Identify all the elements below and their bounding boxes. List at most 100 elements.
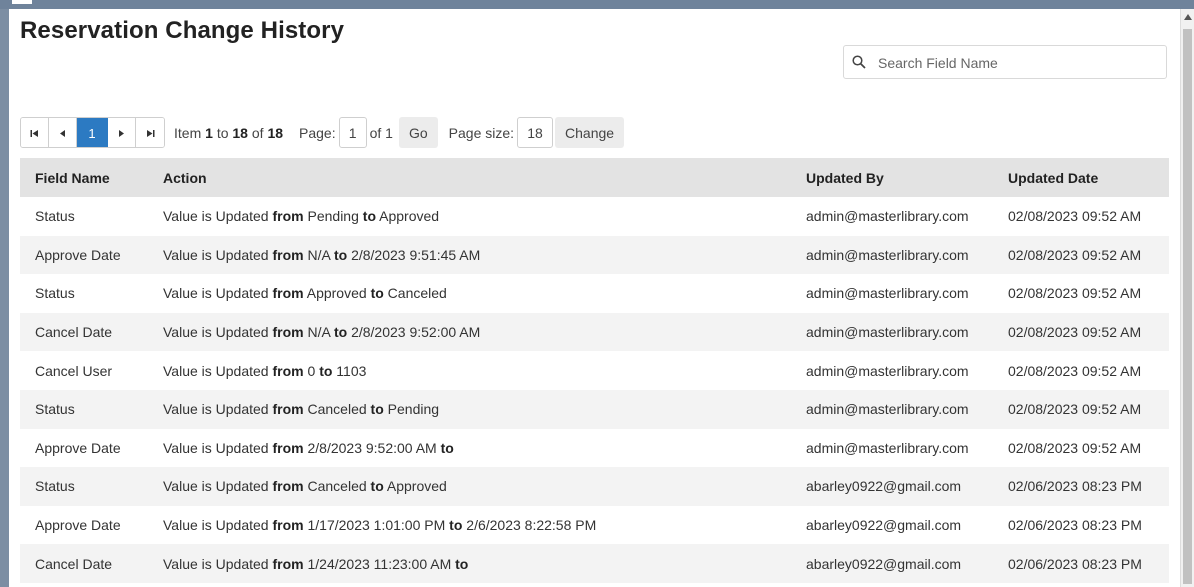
cell-updated-by: admin@masterlibrary.com [806, 208, 969, 225]
history-table: Field Name Action Updated By Updated Dat… [20, 158, 1169, 583]
prev-page-icon [60, 130, 65, 137]
page-number-input[interactable]: 1 [338, 117, 367, 148]
next-page-button[interactable] [108, 118, 136, 147]
from-value: Approved [306, 285, 367, 302]
prev-page-button[interactable] [49, 118, 77, 147]
table-row[interactable]: Status Value is Updated from Approved to … [20, 274, 1169, 313]
to-keyword: to [370, 401, 384, 418]
action-prefix: Value is Updated [163, 208, 269, 225]
cell-field-name: Status [35, 285, 75, 302]
to-keyword: to [333, 324, 348, 341]
cell-updated-by: admin@masterlibrary.com [806, 439, 969, 456]
action-prefix: Value is Updated [163, 362, 269, 379]
to-value: Canceled [387, 285, 447, 302]
change-button[interactable]: Change [555, 117, 625, 148]
to-value: 2/8/2023 9:52:00 AM [351, 324, 481, 341]
next-page-icon [119, 130, 124, 137]
cell-action: Value is Updated from 2/8/2023 9:52:00 A… [163, 429, 806, 468]
cell-action: Value is Updated from 0 to 1103 [163, 351, 806, 390]
table-row[interactable]: Status Value is Updated from Canceled to … [20, 467, 1169, 506]
last-page-button[interactable] [136, 118, 164, 147]
column-header-updated-date[interactable]: Updated Date [1008, 158, 1169, 197]
cell-field-name: Status [35, 401, 75, 418]
to-keyword: to [362, 208, 376, 225]
table-row[interactable]: Approve Date Value is Updated from 2/8/20… [20, 429, 1169, 468]
cell-action: Value is Updated from 1/24/2023 11:23:00… [163, 544, 806, 583]
action-prefix: Value is Updated [163, 517, 269, 534]
search-input[interactable] [876, 52, 1160, 74]
cell-updated-by: abarley0922@gmail.com [806, 517, 962, 534]
from-value: Pending [307, 208, 359, 225]
page-1-button[interactable]: 1 [77, 118, 108, 147]
table-row[interactable]: Cancel User Value is Updated from 0 to 11… [20, 351, 1169, 390]
to-keyword: to [440, 439, 454, 456]
cell-updated-by: admin@masterlibrary.com [806, 324, 969, 341]
column-header-action[interactable]: Action [163, 158, 806, 197]
pager-buttons: 1 [20, 117, 165, 148]
table-row[interactable]: Approve Date Value is Updated from 1/17/2… [20, 506, 1169, 545]
cell-action: Value is Updated from N/A to 2/8/2023 9:… [163, 313, 806, 352]
cell-action: Value is Updated from N/A to 2/8/2023 9:… [163, 236, 806, 275]
search-box[interactable] [843, 45, 1167, 79]
cell-field-name: Status [35, 208, 75, 225]
from-value: 1/17/2023 1:01:00 PM [307, 517, 446, 534]
cell-updated-by: admin@masterlibrary.com [806, 285, 969, 302]
cell-updated-date: 02/08/2023 09:52 AM [1008, 362, 1142, 379]
vertical-scrollbar[interactable] [1180, 9, 1194, 587]
to-keyword: to [449, 517, 463, 534]
to-value: Approved [379, 208, 440, 225]
table-row[interactable]: Status Value is Updated from Pending to A… [20, 197, 1169, 236]
action-prefix: Value is Updated [163, 555, 269, 572]
cell-updated-by: admin@masterlibrary.com [806, 401, 969, 418]
go-button[interactable]: Go [398, 117, 438, 148]
cell-field-name: Cancel User [35, 362, 113, 379]
to-keyword: to [319, 362, 333, 379]
to-keyword: to [333, 246, 348, 263]
cell-action: Value is Updated from 1/17/2023 1:01:00 … [163, 506, 806, 545]
from-keyword: from [272, 362, 304, 379]
to-value: 1103 [336, 362, 367, 379]
cell-updated-date: 02/08/2023 09:52 AM [1008, 401, 1142, 418]
cell-field-name: Cancel Date [35, 324, 113, 341]
table-row[interactable]: Cancel Date Value is Updated from N/A to … [20, 312, 1169, 352]
cell-updated-by: abarley0922@gmail.com [806, 478, 962, 495]
to-value: 2/8/2023 9:51:45 AM [351, 246, 481, 263]
from-value: 1/24/2023 11:23:00 AM [307, 555, 452, 572]
cell-updated-by: abarley0922@gmail.com [806, 555, 962, 572]
cell-updated-date: 02/06/2023 08:23 PM [1008, 555, 1142, 572]
page-label: Page: [299, 124, 336, 141]
cell-updated-date: 02/08/2023 09:52 AM [1008, 285, 1142, 302]
first-page-icon [30, 130, 38, 137]
action-prefix: Value is Updated [163, 478, 269, 495]
from-keyword: from [272, 478, 304, 495]
from-keyword: from [272, 439, 304, 456]
cell-updated-date: 02/06/2023 08:23 PM [1008, 517, 1142, 534]
first-page-button[interactable] [21, 118, 49, 147]
window-corner-icon [12, 0, 32, 4]
table-row[interactable]: Status Value is Updated from Canceled to … [20, 389, 1169, 429]
action-prefix: Value is Updated [163, 324, 269, 341]
scrollbar-thumb[interactable] [1183, 29, 1192, 584]
cell-field-name: Approve Date [35, 439, 121, 456]
page-size-input[interactable]: 18 [517, 117, 554, 148]
from-keyword: from [272, 555, 304, 572]
cell-updated-by: admin@masterlibrary.com [806, 246, 969, 263]
action-prefix: Value is Updated [163, 246, 269, 263]
from-value: 2/8/2023 9:52:00 AM [307, 439, 437, 456]
column-header-field-name[interactable]: Field Name [20, 158, 163, 197]
table-row[interactable]: Cancel Date Value is Updated from 1/24/20… [20, 544, 1169, 583]
to-keyword: to [370, 478, 384, 495]
page-size-label: Page size: [448, 124, 515, 141]
table-header-row: Field Name Action Updated By Updated Dat… [20, 158, 1169, 197]
from-value: N/A [307, 324, 331, 341]
to-keyword: to [370, 285, 384, 302]
search-icon [852, 55, 866, 69]
action-prefix: Value is Updated [163, 439, 269, 456]
cell-action: Value is Updated from Canceled to Approv… [163, 467, 806, 506]
column-header-updated-by[interactable]: Updated By [806, 158, 1008, 197]
to-value: Approved [386, 478, 447, 495]
main-window: Reservation Change History 1 Item 1 to 1… [9, 9, 1181, 587]
cell-updated-date: 02/06/2023 08:23 PM [1008, 478, 1142, 495]
table-row[interactable]: Approve Date Value is Updated from N/A to… [20, 235, 1169, 275]
scroll-up-arrow-icon[interactable] [1184, 14, 1192, 20]
